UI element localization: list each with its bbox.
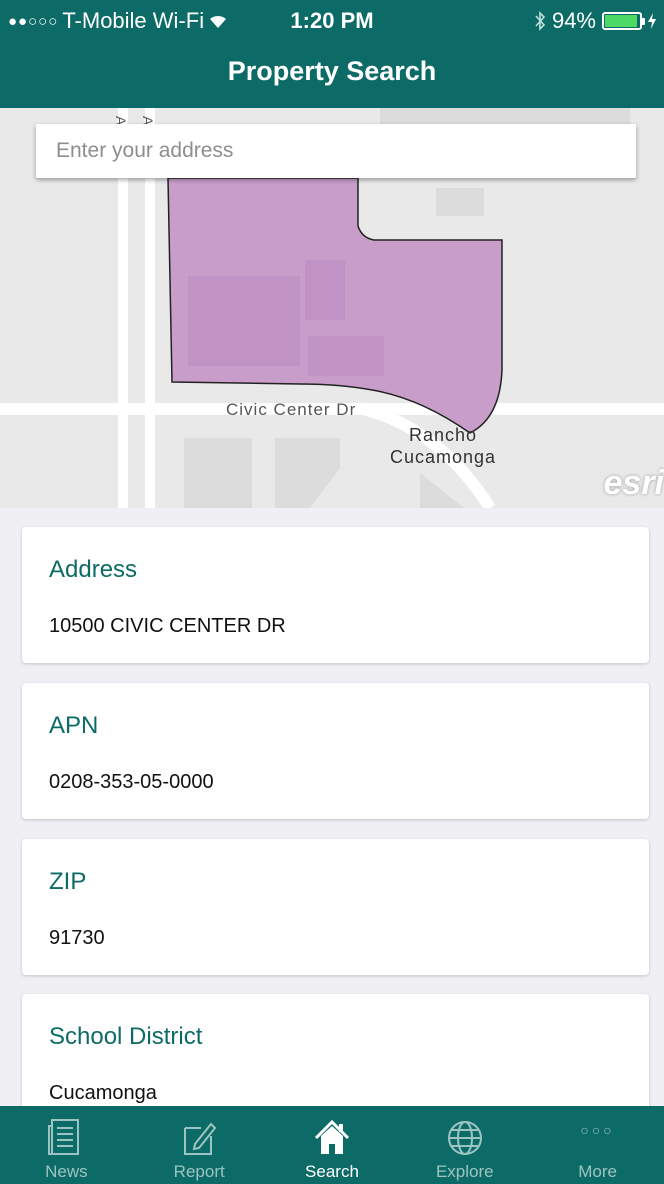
city-label: Rancho Cucamonga [390, 424, 496, 468]
card-label: School District [49, 1023, 203, 1050]
tab-label: More [578, 1162, 617, 1181]
bluetooth-icon [535, 11, 546, 31]
tab-report[interactable]: Report [133, 1106, 266, 1184]
news-icon [48, 1119, 80, 1155]
nav-bar: Property Search [0, 40, 664, 108]
esri-logo: esri [603, 464, 664, 502]
tab-explore[interactable]: Explore [398, 1106, 531, 1184]
card-label: ZIP [49, 868, 87, 895]
city-label-line1: Rancho [409, 425, 478, 445]
tab-label: News [45, 1162, 88, 1181]
report-icon [184, 1122, 217, 1155]
status-bar: ●●○○○ T-Mobile Wi-Fi 1:20 PM 94% [0, 0, 664, 40]
map-building [184, 438, 252, 508]
card-label: Address [49, 556, 138, 583]
map-building [420, 473, 464, 508]
card-value: 10500 CIVIC CENTER DR [49, 615, 286, 637]
more-icon: ○○○ [580, 1122, 615, 1138]
map-view[interactable]: Ave Ave Civic Center Dr Rancho Cucamonga… [0, 108, 664, 508]
parcel-building [188, 276, 300, 366]
card-value: 0208-353-05-0000 [49, 771, 214, 793]
status-right: 94% [534, 8, 656, 34]
battery-icon [602, 12, 645, 30]
address-search-box[interactable] [36, 124, 636, 178]
battery-fill [605, 15, 637, 27]
card-label: APN [49, 712, 99, 739]
charging-icon [648, 13, 656, 29]
tab-label: Search [305, 1162, 359, 1181]
page-title: Property Search [227, 56, 437, 86]
map-building [275, 438, 340, 508]
city-label-line2: Cucamonga [390, 447, 497, 467]
address-search-input[interactable] [36, 124, 636, 178]
battery-percent: 94% [551, 8, 596, 33]
tab-news[interactable]: News [0, 1106, 133, 1184]
apn-card: APN 0208-353-05-0000 [22, 683, 649, 819]
globe-icon [447, 1121, 482, 1155]
tab-more[interactable]: ○○○ More [531, 1106, 664, 1184]
tab-label: Report [173, 1162, 225, 1181]
tab-search[interactable]: Search [266, 1106, 399, 1184]
tab-label: Explore [435, 1162, 494, 1181]
card-value: Cucamonga [49, 1082, 157, 1104]
zip-card: ZIP 91730 [22, 839, 649, 975]
parcel-building [308, 336, 384, 376]
map-building [436, 188, 484, 216]
card-value: 91730 [49, 927, 105, 949]
parcel-building [305, 260, 345, 320]
home-icon [314, 1119, 350, 1154]
street-label: Civic Center Dr [226, 400, 357, 419]
address-card: Address 10500 CIVIC CENTER DR [22, 527, 649, 663]
tab-bar: News Report Search Explore ○○○ More [0, 1106, 664, 1184]
